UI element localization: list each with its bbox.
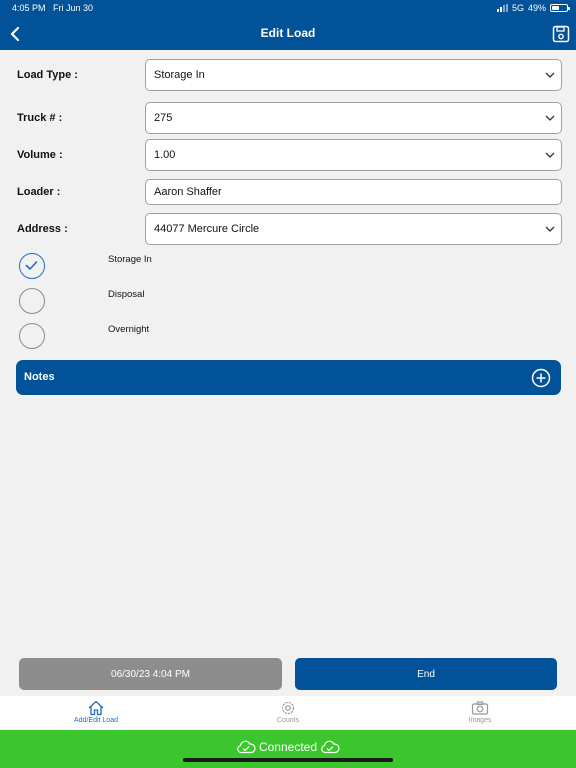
home-icon: [88, 700, 104, 716]
overnight-radio[interactable]: [19, 323, 45, 349]
volume-label: Volume :: [17, 149, 63, 161]
loader-label: Loader :: [17, 186, 61, 198]
tab-add-edit-load[interactable]: Add/Edit Load: [36, 696, 156, 730]
address-select[interactable]: 44077 Mercure Circle: [145, 213, 562, 245]
load-type-value: Storage In: [154, 69, 205, 81]
chevron-down-icon: [545, 115, 555, 121]
address-label: Address :: [17, 223, 68, 235]
volume-select[interactable]: 1.00: [145, 139, 562, 171]
tab-label-images: Images: [468, 717, 492, 724]
notes-section-header[interactable]: Notes: [16, 360, 561, 395]
home-indicator: [183, 758, 393, 762]
connection-status-text: Connected: [258, 740, 318, 754]
checkmark-icon: [25, 261, 38, 270]
add-note-icon[interactable]: [531, 368, 551, 388]
status-bar: 4:05 PM Fri Jun 30 5G 49%: [0, 0, 576, 16]
notes-label: Notes: [24, 371, 55, 383]
status-date: Fri Jun 30: [53, 3, 94, 13]
battery-icon: [550, 4, 570, 12]
app-header: 4:05 PM Fri Jun 30 5G 49% Edit Load: [0, 0, 576, 50]
save-icon[interactable]: [552, 25, 570, 43]
loader-value: Aaron Shaffer: [154, 186, 222, 198]
overnight-label: Overnight: [108, 324, 150, 335]
status-time: 4:05 PM: [12, 3, 46, 13]
start-time-button[interactable]: 06/30/23 4:04 PM: [19, 658, 282, 690]
truck-value: 275: [154, 112, 173, 124]
camera-icon: [471, 701, 489, 715]
chevron-down-icon: [545, 226, 555, 232]
tab-label-add-edit-load: Add/Edit Load: [74, 717, 118, 724]
signal-icon: [496, 4, 508, 12]
chevron-down-icon: [545, 152, 555, 158]
loader-input[interactable]: Aaron Shaffer: [145, 179, 562, 205]
address-value: 44077 Mercure Circle: [154, 223, 260, 235]
truck-label: Truck # :: [17, 112, 63, 124]
cloud-check-icon: [237, 740, 256, 754]
status-time-date: 4:05 PM Fri Jun 30: [12, 0, 93, 16]
chevron-down-icon: [545, 72, 555, 78]
end-button[interactable]: End: [295, 658, 557, 690]
storage-in-label: Storage In: [108, 254, 152, 265]
network-label: 5G: [511, 3, 524, 13]
tab-label-counts: Counts: [276, 717, 300, 724]
cloud-check-icon: [321, 740, 340, 754]
load-type-label: Load Type :: [17, 69, 78, 81]
page-title: Edit Load: [260, 26, 316, 40]
disposal-label: Disposal: [108, 289, 145, 300]
battery-percent: 49%: [527, 3, 546, 13]
truck-select[interactable]: 275: [145, 102, 562, 134]
disposal-radio[interactable]: [19, 288, 45, 314]
tab-bar: Add/Edit Load Counts Images: [0, 696, 576, 730]
storage-in-radio[interactable]: [19, 253, 45, 279]
status-indicators: 5G 49%: [496, 0, 570, 16]
gear-icon: [281, 701, 295, 715]
tab-counts[interactable]: Counts: [228, 696, 348, 730]
volume-value: 1.00: [154, 149, 176, 161]
tab-images[interactable]: Images: [420, 696, 540, 730]
connection-status-bar: Connected: [0, 730, 576, 768]
load-type-select[interactable]: Storage In: [145, 59, 562, 91]
